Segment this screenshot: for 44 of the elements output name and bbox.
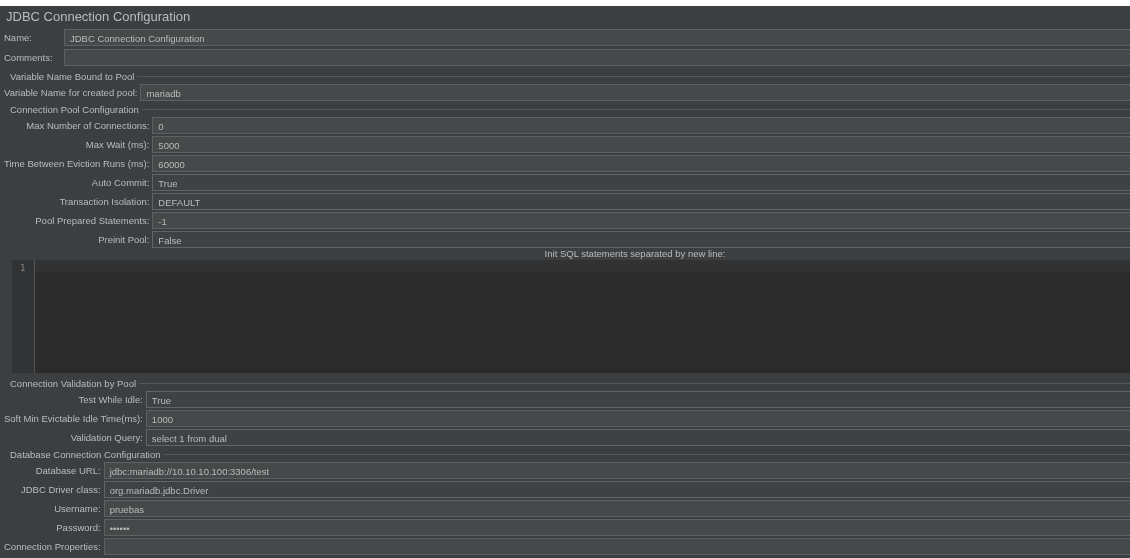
input-field[interactable]: 0	[152, 117, 1130, 134]
comments-field[interactable]	[64, 49, 1130, 66]
dropdown-field[interactable]: select 1 from dual	[145, 429, 1130, 446]
dropdown-field[interactable]: DEFAULT	[152, 193, 1130, 210]
field-label: JDBC Driver class:	[19, 483, 101, 497]
field-label: Comments:	[4, 52, 54, 63]
field-label: Username:	[53, 502, 101, 516]
group-title: Connection Pool Configuration	[10, 103, 139, 115]
field-label: Max Wait (ms):	[84, 138, 150, 152]
field-label: Max Number of Connections:	[25, 119, 150, 133]
input-field[interactable]: 60000	[152, 155, 1130, 172]
input-field[interactable]: ••••••	[103, 519, 1130, 536]
dropdown-field[interactable]: org.mariadb.jdbc.Driver	[103, 481, 1130, 498]
input-field[interactable]: mariadb	[140, 84, 1130, 101]
field-label: Name:	[4, 32, 33, 43]
field-label: Transaction Isolation:	[58, 195, 150, 209]
dropdown-field[interactable]: False	[152, 231, 1130, 248]
panel-title: JDBC Connection Configuration	[5, 8, 192, 26]
input-field[interactable]: 1000	[145, 410, 1130, 427]
field-label: Variable Name for created pool:	[4, 86, 138, 100]
group-title: Connection Validation by Pool	[10, 377, 137, 389]
field-label: Soft Min Evictable Idle Time(ms):	[4, 412, 143, 426]
name-field[interactable]: JDBC Connection Configuration	[64, 29, 1130, 46]
field-label: Auto Commit:	[90, 176, 150, 190]
field-label: Preinit Pool:	[97, 233, 150, 247]
field-label: Password:	[55, 521, 101, 535]
field-label: Connection Properties:	[4, 540, 101, 554]
input-field[interactable]: jdbc:mariadb://10.10.10.100:3306/test	[103, 462, 1130, 479]
field-label: Test While Idle:	[77, 393, 143, 407]
editor-label: Init SQL statements separated by new line:	[544, 248, 726, 259]
line-number: 1	[20, 263, 26, 273]
input-field[interactable]: -1	[152, 212, 1130, 229]
field-label: Validation Query:	[69, 431, 143, 445]
field-label: Time Between Eviction Runs (ms):	[4, 157, 150, 171]
input-field[interactable]	[103, 538, 1130, 555]
field-label: Database URL:	[34, 464, 101, 478]
input-field[interactable]: pruebas	[103, 500, 1130, 517]
dropdown-field[interactable]: True	[152, 174, 1130, 191]
group-title: Database Connection Configuration	[10, 448, 161, 460]
input-field[interactable]: 5000	[152, 136, 1130, 153]
field-label: Pool Prepared Statements:	[34, 214, 150, 228]
group-title: Variable Name Bound to Pool	[10, 70, 135, 82]
sql-editor[interactable]: 1	[12, 260, 1130, 373]
dropdown-field[interactable]: True	[145, 391, 1130, 408]
